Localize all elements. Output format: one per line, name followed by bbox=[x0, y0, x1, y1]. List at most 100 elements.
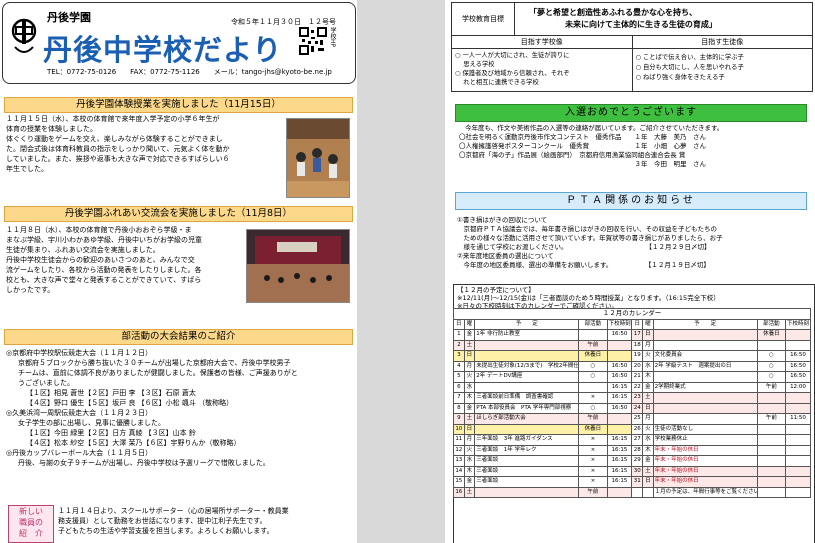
calendar-cell bbox=[785, 434, 811, 446]
text-line: チームは、直前に体調不良がありましたが健闘しました。保護者の皆様、ご声援ありがと bbox=[18, 369, 298, 377]
list-item: ○ 保護者及び地域から信頼され、それぞ bbox=[455, 70, 570, 77]
calendar-cell: 10 bbox=[453, 423, 465, 435]
calendar-cell: 16:15 bbox=[606, 476, 633, 488]
calendar-cell: 火 bbox=[463, 444, 476, 456]
text-line: １１月１５日（水）、本校の体育館で来年度入学予定の小学６年生が bbox=[6, 115, 220, 123]
pta-header: ＰＴＡ関係のお知らせ bbox=[455, 192, 807, 210]
newsletter-title: 丹後中学校だより bbox=[43, 33, 283, 67]
calendar-cell bbox=[756, 465, 787, 477]
calendar-cell bbox=[631, 486, 644, 498]
calendar-cell bbox=[785, 444, 811, 456]
calendar-cell: 7 bbox=[453, 392, 465, 404]
calendar-cell: 2年 学級テスト 週案提出の日 bbox=[652, 360, 758, 372]
calendar-cell bbox=[652, 392, 758, 404]
calendar-cell: ほしらぎ部活動大会 bbox=[474, 413, 580, 425]
calendar-cell bbox=[652, 413, 758, 425]
text-line: 丹後中学校生徒会からの歓迎のあいさつのあと、みんなで交 bbox=[6, 256, 195, 264]
qr-code-icon[interactable] bbox=[299, 27, 327, 55]
club-results-text: ◎京都府中学校駅伝競走大会（１１月１２日） 京都府５ブロックから勝ち抜いた３０チ… bbox=[6, 348, 351, 468]
text-line: 様を通じて学校にお渡しください。 【１２月２９日〆切】 bbox=[457, 243, 711, 251]
calendar-cell: １月の予定は、年間行事等をご覧ください。 bbox=[652, 486, 758, 498]
calendar-cell: 休養日 bbox=[578, 423, 608, 435]
calendar-cell bbox=[756, 392, 787, 404]
new-staff-text: １１月１４日より、スクールサポーター（心の居場所サポーター・教員業 務支援員）と… bbox=[58, 506, 353, 536]
list-item: ○ ねばり強く身体をきたえる子 bbox=[635, 74, 725, 81]
calendar-cell: ○ bbox=[578, 402, 608, 414]
text-line: 【１区】相見 蒼世【２区】戸田 李 【３区】石原 蒼太 bbox=[26, 389, 196, 397]
text-line: 丹後、与謝の女子９チームが出場し、丹後中学校は予選リーグで惜敗しました。 bbox=[18, 459, 270, 467]
calendar-cell: 未提出生徒対象(12/3まで) 学校2年間仕上考査 bbox=[474, 360, 580, 372]
december-calendar: １２月のカレンダー 日曜予 定部活動 下校時刻日曜予 定部活動 下校時刻 1 金 1年 非… bbox=[453, 308, 811, 498]
calendar-cell: 9 bbox=[453, 413, 465, 425]
section-header-clubs: 部活動の大会結果のご紹介 bbox=[4, 329, 353, 345]
goal-row: 学校教育目標 「夢と希望と創造性あふれる豊かな心を持ち、 未来に向けて主体的に生… bbox=[452, 3, 812, 36]
calendar-cell: 土 bbox=[463, 413, 476, 425]
school-head: 目指す学校像 bbox=[452, 36, 633, 48]
education-goal-box: 学校教育目標 「夢と希望と創造性あふれる豊かな心を持ち、 未来に向けて主体的に生… bbox=[451, 2, 813, 92]
calendar-cell: 三者面談前日準備 調査書確認 bbox=[474, 392, 580, 404]
label-line: 職員の bbox=[19, 518, 43, 527]
calendar-cell: 16:15 bbox=[606, 392, 633, 404]
calendar-cell: 月 bbox=[463, 360, 476, 372]
calendar-cell bbox=[785, 339, 811, 351]
calendar-cell: 三者面談 bbox=[474, 455, 580, 467]
calendar-cell: 金 bbox=[463, 476, 476, 488]
text-line: 【１区】今田 緑里【２区】日方 真綾 【３区】山本 鈴 bbox=[26, 429, 196, 437]
calendar-cell bbox=[756, 434, 787, 446]
calendar-cell: 火 bbox=[642, 350, 654, 362]
calendar-cell: 土 bbox=[642, 465, 654, 477]
calendar-cell bbox=[756, 444, 787, 456]
calendar-cell: 31 bbox=[631, 476, 644, 488]
calendar-cell: 土 bbox=[642, 392, 654, 404]
calendar-cell: 木 bbox=[642, 371, 654, 383]
calendar-cell: 年末・年始の休日 bbox=[652, 444, 758, 456]
calendar-col-head: 下校時刻 bbox=[785, 318, 811, 330]
new-staff-label: 新しい 職員の 紹 介 bbox=[8, 505, 54, 543]
calendar-col-head: 予 定 bbox=[474, 318, 580, 330]
calendar-cell: 19 bbox=[631, 350, 644, 362]
text-line: 〇京都府「海の子」作品展（絵画部門） 京都府信用漁業協同組合連合会長 賞 bbox=[459, 151, 686, 159]
calendar-cell: 3 bbox=[453, 350, 465, 362]
text-line: 〇社会を明るく運動京丹後市作文コンテスト 優秀作品 １年 大藤 美乃 さん bbox=[459, 133, 706, 141]
list-item: ○ ことばで伝え合い、主体的に学ぶ子 bbox=[635, 54, 744, 61]
calendar-header-row: 日曜予 定部活動 下校時刻日曜予 定部活動 下校時刻 bbox=[453, 318, 811, 330]
masthead: 丹後学園 令和５年１１月３０日 １２号号 丹後中学校だより 学校HP TEL：0… bbox=[2, 2, 356, 84]
calendar-cell bbox=[756, 339, 787, 351]
calendar-title: １２月のカレンダー bbox=[453, 308, 811, 320]
calendar-cell: 日 bbox=[642, 329, 654, 341]
qr-label: 学校HP bbox=[329, 27, 336, 48]
text-line: 年生でした。 bbox=[6, 165, 48, 173]
calendar-cell: 1 bbox=[453, 329, 465, 341]
right-page: 学校教育目標 「夢と希望と創造性あふれる豊かな心を持ち、 未来に向けて主体的に生… bbox=[445, 0, 815, 543]
list-item: ○ 自分も大切にし、人を思いやれる子 bbox=[635, 64, 744, 71]
exchange-text: １１月８日（水）、本校の体育館で丹後小おおぞら学級・ま まなぶ学級、宇川小わかあ… bbox=[6, 225, 242, 295]
exchange-photo bbox=[246, 229, 350, 303]
calendar-cell: 16:15 bbox=[606, 465, 633, 477]
text-line: ◎京都府中学校駅伝競走大会（１１月１２日） bbox=[6, 349, 153, 357]
calendar-cell: 文化委員会 bbox=[652, 350, 758, 362]
calendar-col-head: 部活動 bbox=[756, 318, 787, 330]
calendar-row: 14 木三者面談 × 16:15 30 土年末・年始の休日 bbox=[453, 465, 811, 477]
calendar-cell: 金 bbox=[463, 402, 476, 414]
calendar-cell: 6 bbox=[453, 381, 465, 393]
calendar-cell: 23 bbox=[631, 392, 644, 404]
calendar-cell: 16:50 bbox=[606, 402, 633, 414]
text-line: 【４区】松本 紗空【５区】大澤 茉乃【６区】宇野りんか（敬称略） bbox=[26, 439, 241, 447]
calendar-cell: 休養日 bbox=[578, 350, 608, 362]
calendar-cell: 28 bbox=[631, 444, 644, 456]
calendar-cell: 16:15 bbox=[606, 444, 633, 456]
calendar-row: 8 金 PTA 本部役員会 PTA 学年専門部視察 ○ 16:50 24 日 bbox=[453, 402, 811, 414]
calendar-cell: × bbox=[578, 434, 608, 446]
calendar-row: 12 火三者面談 1年 学年レク × 16:15 28 木年末・年始の休日 bbox=[453, 444, 811, 456]
student-items: ○ ことばで伝え合い、主体的に学ぶ子 ○ 自分も大切にし、人を思いやれる子 ○ … bbox=[633, 49, 813, 91]
text-line: 体ぐくり運動をゲームを交え、楽しみながら体験することができまし bbox=[6, 135, 223, 143]
text-line: 生徒が集まり、ふれあい交流会を実施しました。 bbox=[6, 246, 160, 254]
calendar-cell: 午前 bbox=[756, 381, 787, 393]
calendar-cell: 午前 bbox=[578, 486, 608, 498]
calendar-cell bbox=[606, 339, 633, 351]
calendar-cell bbox=[756, 476, 787, 488]
calendar-row: 1 金 1年 非行防止教室 16:50 17 日 休養日 bbox=[453, 329, 811, 341]
calendar-cell: 16:50 bbox=[785, 360, 811, 372]
text-line: ◎久美浜湾一周駅伝競走大会（１１月２３日） bbox=[6, 409, 153, 417]
calendar-cell: 三者面談 bbox=[474, 476, 580, 488]
